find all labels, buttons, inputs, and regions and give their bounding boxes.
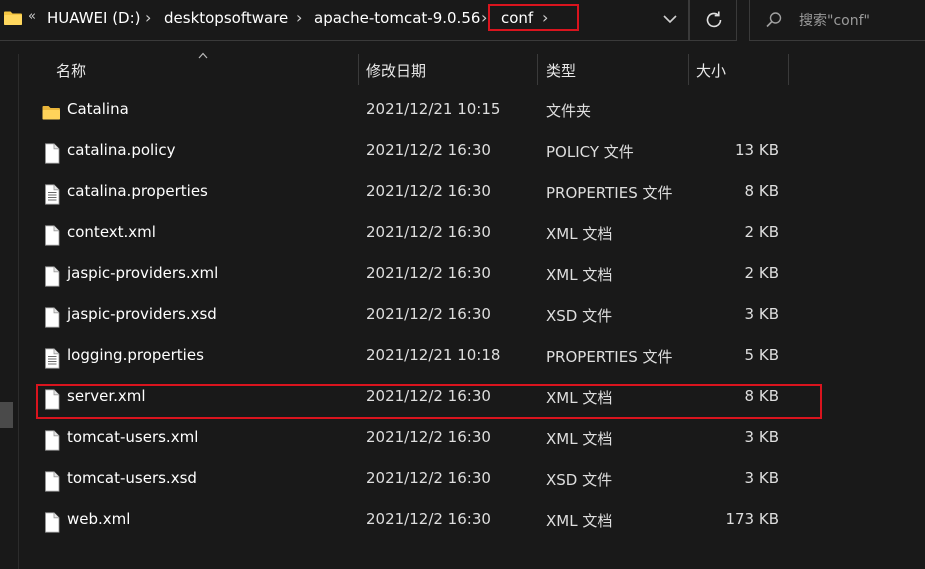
file-row[interactable]: jaspic-providers.xml 2021/12/2 16:30 XML 文… [36, 254, 896, 295]
column-divider[interactable] [688, 54, 689, 85]
breadcrumb-separator[interactable]: › [145, 8, 151, 27]
file-date: 2021/12/2 16:30 [366, 223, 491, 241]
breadcrumb-separator[interactable]: › [481, 8, 487, 27]
file-row[interactable]: tomcat-users.xsd 2021/12/2 16:30 XSD 文件 3 K… [36, 459, 896, 500]
file-name[interactable]: jaspic-providers.xml [67, 264, 218, 282]
column-header-name[interactable]: 名称 [56, 60, 86, 81]
file-name[interactable]: catalina.properties [67, 182, 208, 200]
file-row[interactable]: logging.properties 2021/12/21 10:18 PROPER… [36, 336, 896, 377]
address-toolbar: « HUAWEI (D:) › desktopsoftware › apache… [0, 0, 925, 42]
file-name[interactable]: jaspic-providers.xsd [67, 305, 217, 323]
folder-icon [42, 102, 61, 123]
file-size: 3 KB [744, 428, 779, 446]
file-size: 8 KB [744, 182, 779, 200]
file-date: 2021/12/2 16:30 [366, 141, 491, 159]
file-type: POLICY 文件 [546, 143, 634, 161]
folder-icon [4, 11, 22, 25]
file-size: 8 KB [744, 387, 779, 405]
navigation-pane[interactable] [0, 42, 17, 569]
conf-highlight-box [488, 4, 579, 31]
file-icon [43, 430, 61, 451]
file-size: 5 KB [744, 346, 779, 364]
file-date: 2021/12/21 10:15 [366, 100, 501, 118]
file-date: 2021/12/21 10:18 [366, 346, 501, 364]
file-size: 3 KB [744, 305, 779, 323]
file-icon [43, 389, 61, 410]
file-icon [43, 512, 61, 533]
file-icon [43, 471, 61, 492]
column-divider[interactable] [788, 54, 789, 85]
file-date: 2021/12/2 16:30 [366, 428, 491, 446]
file-name[interactable]: tomcat-users.xsd [67, 469, 197, 487]
sort-ascending-icon [198, 52, 208, 59]
column-header-date[interactable]: 修改日期 [366, 60, 426, 81]
file-size: 3 KB [744, 469, 779, 487]
file-icon [43, 266, 61, 287]
file-name[interactable]: context.xml [67, 223, 156, 241]
file-date: 2021/12/2 16:30 [366, 305, 491, 323]
file-type: XML 文档 [546, 389, 613, 407]
refresh-icon[interactable] [703, 9, 725, 31]
file-size: 2 KB [744, 223, 779, 241]
file-type: XML 文档 [546, 512, 613, 530]
column-header-type[interactable]: 类型 [546, 60, 576, 81]
file-row[interactable]: catalina.policy 2021/12/2 16:30 POLICY 文件 1… [36, 131, 896, 172]
file-row[interactable]: tomcat-users.xml 2021/12/2 16:30 XML 文档 3 K… [36, 418, 896, 459]
file-type: XML 文档 [546, 266, 613, 284]
file-size: 13 KB [735, 141, 779, 159]
settings-file-icon [43, 348, 61, 369]
file-date: 2021/12/2 16:30 [366, 510, 491, 528]
file-row[interactable]: catalina.properties 2021/12/2 16:30 PROPER… [36, 172, 896, 213]
file-date: 2021/12/2 16:30 [366, 469, 491, 487]
search-input[interactable]: 搜索"conf" [799, 10, 870, 30]
file-date: 2021/12/2 16:30 [366, 182, 491, 200]
file-name[interactable]: tomcat-users.xml [67, 428, 198, 446]
file-size: 2 KB [744, 264, 779, 282]
file-date: 2021/12/2 16:30 [366, 387, 491, 405]
file-row[interactable]: web.xml 2021/12/2 16:30 XML 文档 173 KB [36, 500, 896, 541]
file-name[interactable]: catalina.policy [67, 141, 175, 159]
file-row[interactable]: context.xml 2021/12/2 16:30 XML 文档 2 KB [36, 213, 896, 254]
column-header-size[interactable]: 大小 [696, 60, 726, 81]
file-icon [43, 225, 61, 246]
file-icon [43, 143, 61, 164]
file-name[interactable]: web.xml [67, 510, 130, 528]
chevron-down-icon[interactable] [661, 10, 679, 28]
column-divider[interactable] [537, 54, 538, 85]
breadcrumb-apache-tomcat[interactable]: apache-tomcat-9.0.56 [314, 9, 480, 27]
file-row[interactable]: Catalina 2021/12/21 10:15 文件夹 [36, 90, 896, 131]
file-name[interactable]: server.xml [67, 387, 146, 405]
file-type: XML 文档 [546, 225, 613, 243]
pane-divider[interactable] [18, 54, 19, 569]
file-date: 2021/12/2 16:30 [366, 264, 491, 282]
breadcrumb-separator[interactable]: › [296, 8, 302, 27]
file-size: 173 KB [725, 510, 779, 528]
file-type: 文件夹 [546, 102, 592, 120]
file-type: XML 文档 [546, 430, 613, 448]
breadcrumb-desktopsoftware[interactable]: desktopsoftware [164, 9, 288, 27]
file-type: XSD 文件 [546, 307, 613, 325]
file-name[interactable]: Catalina [67, 100, 129, 118]
search-icon [766, 12, 782, 28]
column-divider[interactable] [358, 54, 359, 85]
file-row[interactable]: server.xml 2021/12/2 16:30 XML 文档 8 KB [36, 377, 896, 418]
file-row[interactable]: jaspic-providers.xsd 2021/12/2 16:30 XSD 文… [36, 295, 896, 336]
file-type: XSD 文件 [546, 471, 613, 489]
nav-scrollbar-thumb[interactable] [0, 402, 13, 428]
file-icon [43, 307, 61, 328]
file-name[interactable]: logging.properties [67, 346, 204, 364]
settings-file-icon [43, 184, 61, 205]
breadcrumb-drive[interactable]: HUAWEI (D:) [47, 9, 141, 27]
overflow-chevron-icon[interactable]: « [28, 9, 36, 24]
